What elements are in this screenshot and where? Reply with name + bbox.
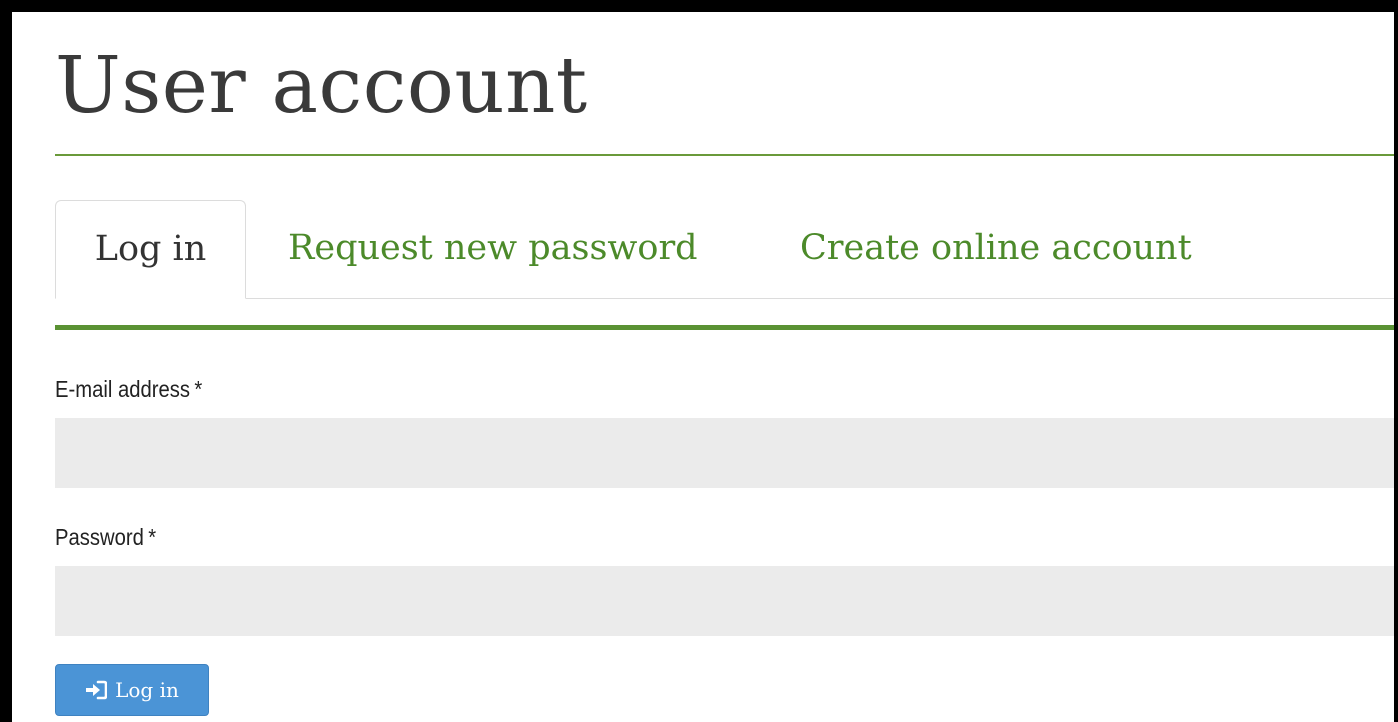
password-label-text: Password [55,524,144,550]
password-label: Password * [55,524,156,551]
tabs-divider [55,325,1394,330]
page-frame: User account Log in Request new password… [0,0,1398,722]
sign-in-icon [85,680,108,700]
password-field[interactable] [55,566,1394,636]
log-in-button-label: Log in [115,678,179,702]
account-tabs: Log in Request new password Create onlin… [55,200,1394,299]
email-required-marker: * [194,376,203,402]
password-required-marker: * [148,524,157,550]
email-label-text: E-mail address [55,376,190,402]
email-label: E-mail address * [55,376,202,403]
tab-create-online-account[interactable]: Create online account [800,200,1192,298]
title-divider [55,154,1394,156]
tab-log-in[interactable]: Log in [55,200,246,299]
tab-request-new-password[interactable]: Request new password [288,200,698,298]
log-in-button[interactable]: Log in [55,664,209,716]
page-title: User account [55,41,588,131]
email-field[interactable] [55,418,1394,488]
